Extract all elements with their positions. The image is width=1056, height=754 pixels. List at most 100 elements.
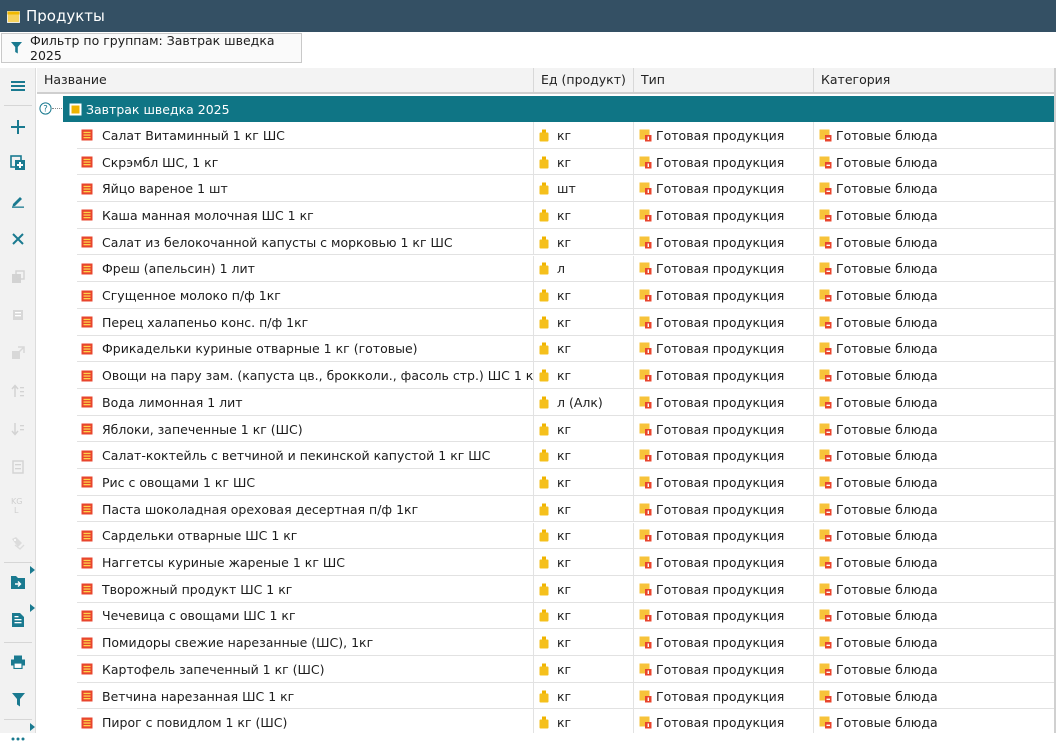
type-cell[interactable]: Готовая продукция (634, 415, 814, 443)
name-cell[interactable]: Помидоры свежие нарезанные (ШС), 1кг (77, 629, 534, 656)
print-button[interactable] (0, 647, 36, 677)
copy-button[interactable] (0, 148, 36, 178)
name-cell[interactable]: Сгущенное молоко п/ф 1кг (77, 282, 534, 309)
unit-cell[interactable]: кг (534, 602, 634, 630)
filter-button[interactable] (0, 685, 36, 715)
type-cell[interactable]: Готовая продукция (634, 656, 814, 683)
unit-cell[interactable]: кг (534, 495, 634, 523)
group-button[interactable] (0, 452, 36, 482)
name-cell[interactable]: Овощи на пару зам. (капуста цв., броккол… (77, 362, 534, 389)
type-cell[interactable]: Готовая продукция (634, 709, 814, 733)
table-row[interactable]: Фрикадельки куриные отварные 1 кг (готов… (37, 335, 1056, 363)
table-row[interactable]: Пирог с повидлом 1 кг (ШС) кг Готовая прод… (37, 709, 1056, 733)
category-cell[interactable]: Готовые блюда (814, 683, 1056, 710)
unit-cell[interactable]: кг (534, 148, 634, 176)
category-cell[interactable]: Готовые блюда (814, 362, 1056, 389)
table-row[interactable]: Чечевица с овощами ШС 1 кг кг Готовая прод… (37, 602, 1056, 630)
category-cell[interactable]: Готовые блюда (814, 603, 1056, 630)
category-cell[interactable]: Готовые блюда (814, 629, 1056, 656)
type-cell[interactable]: Готовая продукция (634, 682, 814, 710)
type-cell[interactable]: Готовая продукция (634, 308, 814, 336)
type-cell[interactable]: Готовая продукция (634, 122, 814, 149)
type-cell[interactable]: Готовая продукция (634, 549, 814, 576)
table-row[interactable]: Паста шоколадная ореховая десертная п/ф … (37, 495, 1056, 523)
category-cell[interactable]: Готовые блюда (814, 175, 1056, 202)
unit-cell[interactable]: л (Алк) (534, 389, 634, 416)
tags-button[interactable] (0, 528, 36, 558)
unit-cell[interactable]: л (534, 255, 634, 283)
name-cell[interactable]: Паста шоколадная ореховая десертная п/ф … (77, 495, 534, 523)
table-row[interactable]: Сардельки отварные ШС 1 кг кг Готовая прод… (37, 522, 1056, 550)
category-cell[interactable]: Готовые блюда (814, 282, 1056, 309)
column-header-name[interactable]: Название (37, 68, 534, 92)
group-row-bar[interactable]: Завтрак шведка 2025 (63, 96, 1056, 122)
unit-cell[interactable]: кг (534, 575, 634, 603)
unit-cell[interactable]: кг (534, 362, 634, 389)
column-header-unit[interactable]: Ед (продукт) (534, 68, 634, 92)
table-row[interactable]: Помидоры свежие нарезанные (ШС), 1кг кг Го… (37, 629, 1056, 656)
edit-button[interactable] (0, 186, 36, 216)
table-row[interactable]: Яйцо вареное 1 шт шт Готовая продукция Гото… (37, 175, 1056, 203)
unit-cell[interactable]: кг (534, 469, 634, 496)
table-row[interactable]: Рис с овощами 1 кг ШС кг Готовая продукция… (37, 469, 1056, 496)
type-cell[interactable]: Готовая продукция (634, 602, 814, 630)
unit-cell[interactable]: кг (534, 335, 634, 363)
name-cell[interactable]: Сардельки отварные ШС 1 кг (77, 522, 534, 550)
name-cell[interactable]: Салат Витаминный 1 кг ШС (77, 122, 534, 149)
type-cell[interactable]: Готовая продукция (634, 629, 814, 656)
unit-cell[interactable]: кг (534, 682, 634, 710)
card-button[interactable] (0, 300, 36, 330)
category-cell[interactable]: Готовые блюда (814, 149, 1056, 176)
group-expand-icon[interactable]: ? (39, 102, 52, 118)
duplicate-button[interactable] (0, 262, 36, 292)
table-row[interactable]: Вода лимонная 1 лит л (Алк) Готовая продук… (37, 389, 1056, 416)
type-cell[interactable]: Готовая продукция (634, 175, 814, 203)
add-button[interactable] (0, 112, 36, 142)
more-button[interactable] (0, 723, 36, 754)
category-cell[interactable]: Готовые блюда (814, 576, 1056, 603)
category-cell[interactable]: Готовые блюда (814, 709, 1056, 733)
table-row[interactable]: Яблоки, запеченные 1 кг (ШС) кг Готовая пр… (37, 415, 1056, 443)
category-cell[interactable]: Готовые блюда (814, 442, 1056, 469)
type-cell[interactable]: Готовая продукция (634, 202, 814, 229)
name-cell[interactable]: Вода лимонная 1 лит (77, 389, 534, 416)
name-cell[interactable]: Творожный продукт ШС 1 кг (77, 575, 534, 603)
table-row[interactable]: Салат-коктейль с ветчиной и пекинской ка… (37, 442, 1056, 470)
category-cell[interactable]: Готовые блюда (814, 336, 1056, 363)
name-cell[interactable]: Каша манная молочная ШС 1 кг (77, 202, 534, 229)
name-cell[interactable]: Чечевица с овощами ШС 1 кг (77, 602, 534, 630)
name-cell[interactable]: Фрикадельки куриные отварные 1 кг (готов… (77, 335, 534, 363)
type-cell[interactable]: Готовая продукция (634, 575, 814, 603)
unit-cell[interactable]: кг (534, 282, 634, 309)
export-button[interactable] (0, 566, 36, 597)
unit-cell[interactable]: кг (534, 415, 634, 443)
unit-cell[interactable]: кг (534, 522, 634, 550)
unit-cell[interactable]: кг (534, 656, 634, 683)
column-header-category[interactable]: Категория (814, 68, 1056, 92)
unit-cell[interactable]: кг (534, 629, 634, 656)
category-cell[interactable]: Готовые блюда (814, 523, 1056, 550)
name-cell[interactable]: Фреш (апельсин) 1 лит (77, 255, 534, 283)
name-cell[interactable]: Яйцо вареное 1 шт (77, 175, 534, 203)
table-row[interactable]: Овощи на пару зам. (капуста цв., броккол… (37, 362, 1056, 389)
unit-cell[interactable]: кг (534, 308, 634, 336)
sort-down-button[interactable] (0, 414, 36, 444)
table-row[interactable]: Перец халапеньо конс. п/ф 1кг кг Готовая п… (37, 308, 1056, 336)
category-cell[interactable]: Готовые блюда (814, 389, 1056, 416)
unit-cell[interactable]: кг (534, 122, 634, 149)
report-button[interactable] (0, 604, 36, 635)
group-row[interactable]: ? Завтрак шведка 2025 (37, 96, 1056, 122)
table-row[interactable]: Ветчина нарезанная ШС 1 кг кг Готовая прод… (37, 682, 1056, 710)
name-cell[interactable]: Перец халапеньо конс. п/ф 1кг (77, 308, 534, 336)
type-cell[interactable]: Готовая продукция (634, 389, 814, 416)
name-cell[interactable]: Салат-коктейль с ветчиной и пекинской ка… (77, 442, 534, 470)
type-cell[interactable]: Готовая продукция (634, 282, 814, 309)
unit-cell[interactable]: кг (534, 202, 634, 229)
table-row[interactable]: Скрэмбл ШС, 1 кг кг Готовая продукция Готов… (37, 148, 1056, 176)
menu-button[interactable] (0, 71, 36, 101)
type-cell[interactable]: Готовая продукция (634, 442, 814, 470)
table-row[interactable]: Картофель запеченный 1 кг (ШС) кг Готовая … (37, 656, 1056, 683)
category-cell[interactable]: Готовые блюда (814, 309, 1056, 336)
table-row[interactable]: Салат Витаминный 1 кг ШС кг Готовая продук… (37, 122, 1056, 149)
column-header-type[interactable]: Тип (634, 68, 814, 92)
